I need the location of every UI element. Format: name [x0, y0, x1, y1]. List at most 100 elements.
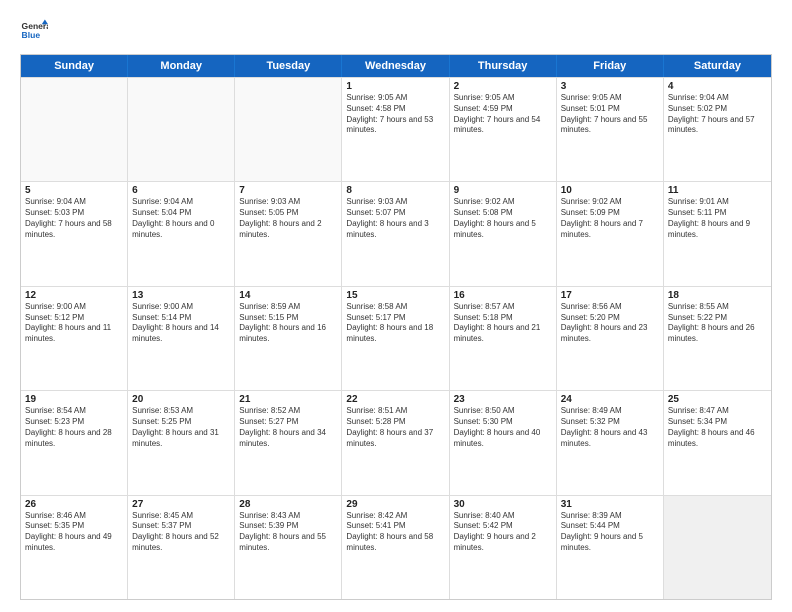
day-number: 4 [668, 81, 767, 92]
calendar-cell: 3Sunrise: 9:05 AM Sunset: 5:01 PM Daylig… [557, 78, 664, 181]
day-info: Sunrise: 9:04 AM Sunset: 5:03 PM Dayligh… [25, 197, 123, 240]
day-info: Sunrise: 9:05 AM Sunset: 5:01 PM Dayligh… [561, 93, 659, 136]
calendar-cell: 17Sunrise: 8:56 AM Sunset: 5:20 PM Dayli… [557, 287, 664, 390]
calendar-cell: 9Sunrise: 9:02 AM Sunset: 5:08 PM Daylig… [450, 182, 557, 285]
weekday-header-sunday: Sunday [21, 55, 128, 77]
day-number: 2 [454, 81, 552, 92]
day-info: Sunrise: 8:52 AM Sunset: 5:27 PM Dayligh… [239, 406, 337, 449]
calendar-cell [128, 78, 235, 181]
day-number: 11 [668, 185, 767, 196]
calendar-cell: 5Sunrise: 9:04 AM Sunset: 5:03 PM Daylig… [21, 182, 128, 285]
calendar: SundayMondayTuesdayWednesdayThursdayFrid… [20, 54, 772, 600]
day-number: 10 [561, 185, 659, 196]
day-info: Sunrise: 9:02 AM Sunset: 5:08 PM Dayligh… [454, 197, 552, 240]
calendar-cell [235, 78, 342, 181]
day-number: 26 [25, 499, 123, 510]
day-info: Sunrise: 8:50 AM Sunset: 5:30 PM Dayligh… [454, 406, 552, 449]
day-number: 1 [346, 81, 444, 92]
calendar-cell: 21Sunrise: 8:52 AM Sunset: 5:27 PM Dayli… [235, 391, 342, 494]
calendar-cell: 24Sunrise: 8:49 AM Sunset: 5:32 PM Dayli… [557, 391, 664, 494]
calendar-cell: 7Sunrise: 9:03 AM Sunset: 5:05 PM Daylig… [235, 182, 342, 285]
day-info: Sunrise: 8:45 AM Sunset: 5:37 PM Dayligh… [132, 511, 230, 554]
calendar-cell: 16Sunrise: 8:57 AM Sunset: 5:18 PM Dayli… [450, 287, 557, 390]
day-info: Sunrise: 8:42 AM Sunset: 5:41 PM Dayligh… [346, 511, 444, 554]
calendar-cell: 26Sunrise: 8:46 AM Sunset: 5:35 PM Dayli… [21, 496, 128, 599]
calendar-row-5: 26Sunrise: 8:46 AM Sunset: 5:35 PM Dayli… [21, 495, 771, 599]
day-info: Sunrise: 8:59 AM Sunset: 5:15 PM Dayligh… [239, 302, 337, 345]
calendar-header: SundayMondayTuesdayWednesdayThursdayFrid… [21, 55, 771, 77]
calendar-cell: 23Sunrise: 8:50 AM Sunset: 5:30 PM Dayli… [450, 391, 557, 494]
day-info: Sunrise: 8:58 AM Sunset: 5:17 PM Dayligh… [346, 302, 444, 345]
day-number: 23 [454, 394, 552, 405]
day-number: 28 [239, 499, 337, 510]
calendar-cell: 14Sunrise: 8:59 AM Sunset: 5:15 PM Dayli… [235, 287, 342, 390]
day-info: Sunrise: 9:04 AM Sunset: 5:02 PM Dayligh… [668, 93, 767, 136]
day-info: Sunrise: 8:46 AM Sunset: 5:35 PM Dayligh… [25, 511, 123, 554]
calendar-cell: 4Sunrise: 9:04 AM Sunset: 5:02 PM Daylig… [664, 78, 771, 181]
day-info: Sunrise: 9:05 AM Sunset: 4:58 PM Dayligh… [346, 93, 444, 136]
weekday-header-friday: Friday [557, 55, 664, 77]
day-info: Sunrise: 9:02 AM Sunset: 5:09 PM Dayligh… [561, 197, 659, 240]
calendar-cell: 11Sunrise: 9:01 AM Sunset: 5:11 PM Dayli… [664, 182, 771, 285]
calendar-cell: 2Sunrise: 9:05 AM Sunset: 4:59 PM Daylig… [450, 78, 557, 181]
day-number: 14 [239, 290, 337, 301]
weekday-header-thursday: Thursday [450, 55, 557, 77]
weekday-header-monday: Monday [128, 55, 235, 77]
day-info: Sunrise: 9:00 AM Sunset: 5:12 PM Dayligh… [25, 302, 123, 345]
day-number: 16 [454, 290, 552, 301]
day-number: 22 [346, 394, 444, 405]
day-info: Sunrise: 9:01 AM Sunset: 5:11 PM Dayligh… [668, 197, 767, 240]
calendar-cell: 20Sunrise: 8:53 AM Sunset: 5:25 PM Dayli… [128, 391, 235, 494]
weekday-header-wednesday: Wednesday [342, 55, 449, 77]
calendar-cell: 29Sunrise: 8:42 AM Sunset: 5:41 PM Dayli… [342, 496, 449, 599]
day-number: 24 [561, 394, 659, 405]
calendar-cell: 27Sunrise: 8:45 AM Sunset: 5:37 PM Dayli… [128, 496, 235, 599]
calendar-cell: 1Sunrise: 9:05 AM Sunset: 4:58 PM Daylig… [342, 78, 449, 181]
day-info: Sunrise: 8:53 AM Sunset: 5:25 PM Dayligh… [132, 406, 230, 449]
day-number: 18 [668, 290, 767, 301]
day-number: 9 [454, 185, 552, 196]
calendar-cell: 8Sunrise: 9:03 AM Sunset: 5:07 PM Daylig… [342, 182, 449, 285]
calendar-cell [664, 496, 771, 599]
logo: General Blue [20, 18, 52, 46]
day-info: Sunrise: 8:54 AM Sunset: 5:23 PM Dayligh… [25, 406, 123, 449]
calendar-cell: 13Sunrise: 9:00 AM Sunset: 5:14 PM Dayli… [128, 287, 235, 390]
weekday-header-saturday: Saturday [664, 55, 771, 77]
day-info: Sunrise: 9:05 AM Sunset: 4:59 PM Dayligh… [454, 93, 552, 136]
svg-text:Blue: Blue [22, 30, 41, 40]
day-number: 3 [561, 81, 659, 92]
day-number: 5 [25, 185, 123, 196]
calendar-cell: 31Sunrise: 8:39 AM Sunset: 5:44 PM Dayli… [557, 496, 664, 599]
day-number: 15 [346, 290, 444, 301]
day-number: 12 [25, 290, 123, 301]
calendar-row-4: 19Sunrise: 8:54 AM Sunset: 5:23 PM Dayli… [21, 390, 771, 494]
day-info: Sunrise: 8:57 AM Sunset: 5:18 PM Dayligh… [454, 302, 552, 345]
calendar-row-1: 1Sunrise: 9:05 AM Sunset: 4:58 PM Daylig… [21, 77, 771, 181]
day-info: Sunrise: 8:40 AM Sunset: 5:42 PM Dayligh… [454, 511, 552, 554]
day-info: Sunrise: 8:39 AM Sunset: 5:44 PM Dayligh… [561, 511, 659, 554]
calendar-cell: 28Sunrise: 8:43 AM Sunset: 5:39 PM Dayli… [235, 496, 342, 599]
page-header: General Blue [20, 18, 772, 46]
calendar-row-2: 5Sunrise: 9:04 AM Sunset: 5:03 PM Daylig… [21, 181, 771, 285]
day-number: 13 [132, 290, 230, 301]
calendar-cell: 30Sunrise: 8:40 AM Sunset: 5:42 PM Dayli… [450, 496, 557, 599]
day-number: 19 [25, 394, 123, 405]
day-number: 17 [561, 290, 659, 301]
day-info: Sunrise: 9:04 AM Sunset: 5:04 PM Dayligh… [132, 197, 230, 240]
day-number: 30 [454, 499, 552, 510]
calendar-body: 1Sunrise: 9:05 AM Sunset: 4:58 PM Daylig… [21, 77, 771, 599]
day-info: Sunrise: 9:00 AM Sunset: 5:14 PM Dayligh… [132, 302, 230, 345]
calendar-cell: 22Sunrise: 8:51 AM Sunset: 5:28 PM Dayli… [342, 391, 449, 494]
logo-icon: General Blue [20, 18, 48, 46]
calendar-cell: 25Sunrise: 8:47 AM Sunset: 5:34 PM Dayli… [664, 391, 771, 494]
day-info: Sunrise: 8:55 AM Sunset: 5:22 PM Dayligh… [668, 302, 767, 345]
day-info: Sunrise: 9:03 AM Sunset: 5:05 PM Dayligh… [239, 197, 337, 240]
day-number: 27 [132, 499, 230, 510]
day-info: Sunrise: 8:43 AM Sunset: 5:39 PM Dayligh… [239, 511, 337, 554]
weekday-header-tuesday: Tuesday [235, 55, 342, 77]
day-info: Sunrise: 8:51 AM Sunset: 5:28 PM Dayligh… [346, 406, 444, 449]
day-number: 7 [239, 185, 337, 196]
day-number: 31 [561, 499, 659, 510]
day-number: 29 [346, 499, 444, 510]
calendar-cell: 19Sunrise: 8:54 AM Sunset: 5:23 PM Dayli… [21, 391, 128, 494]
